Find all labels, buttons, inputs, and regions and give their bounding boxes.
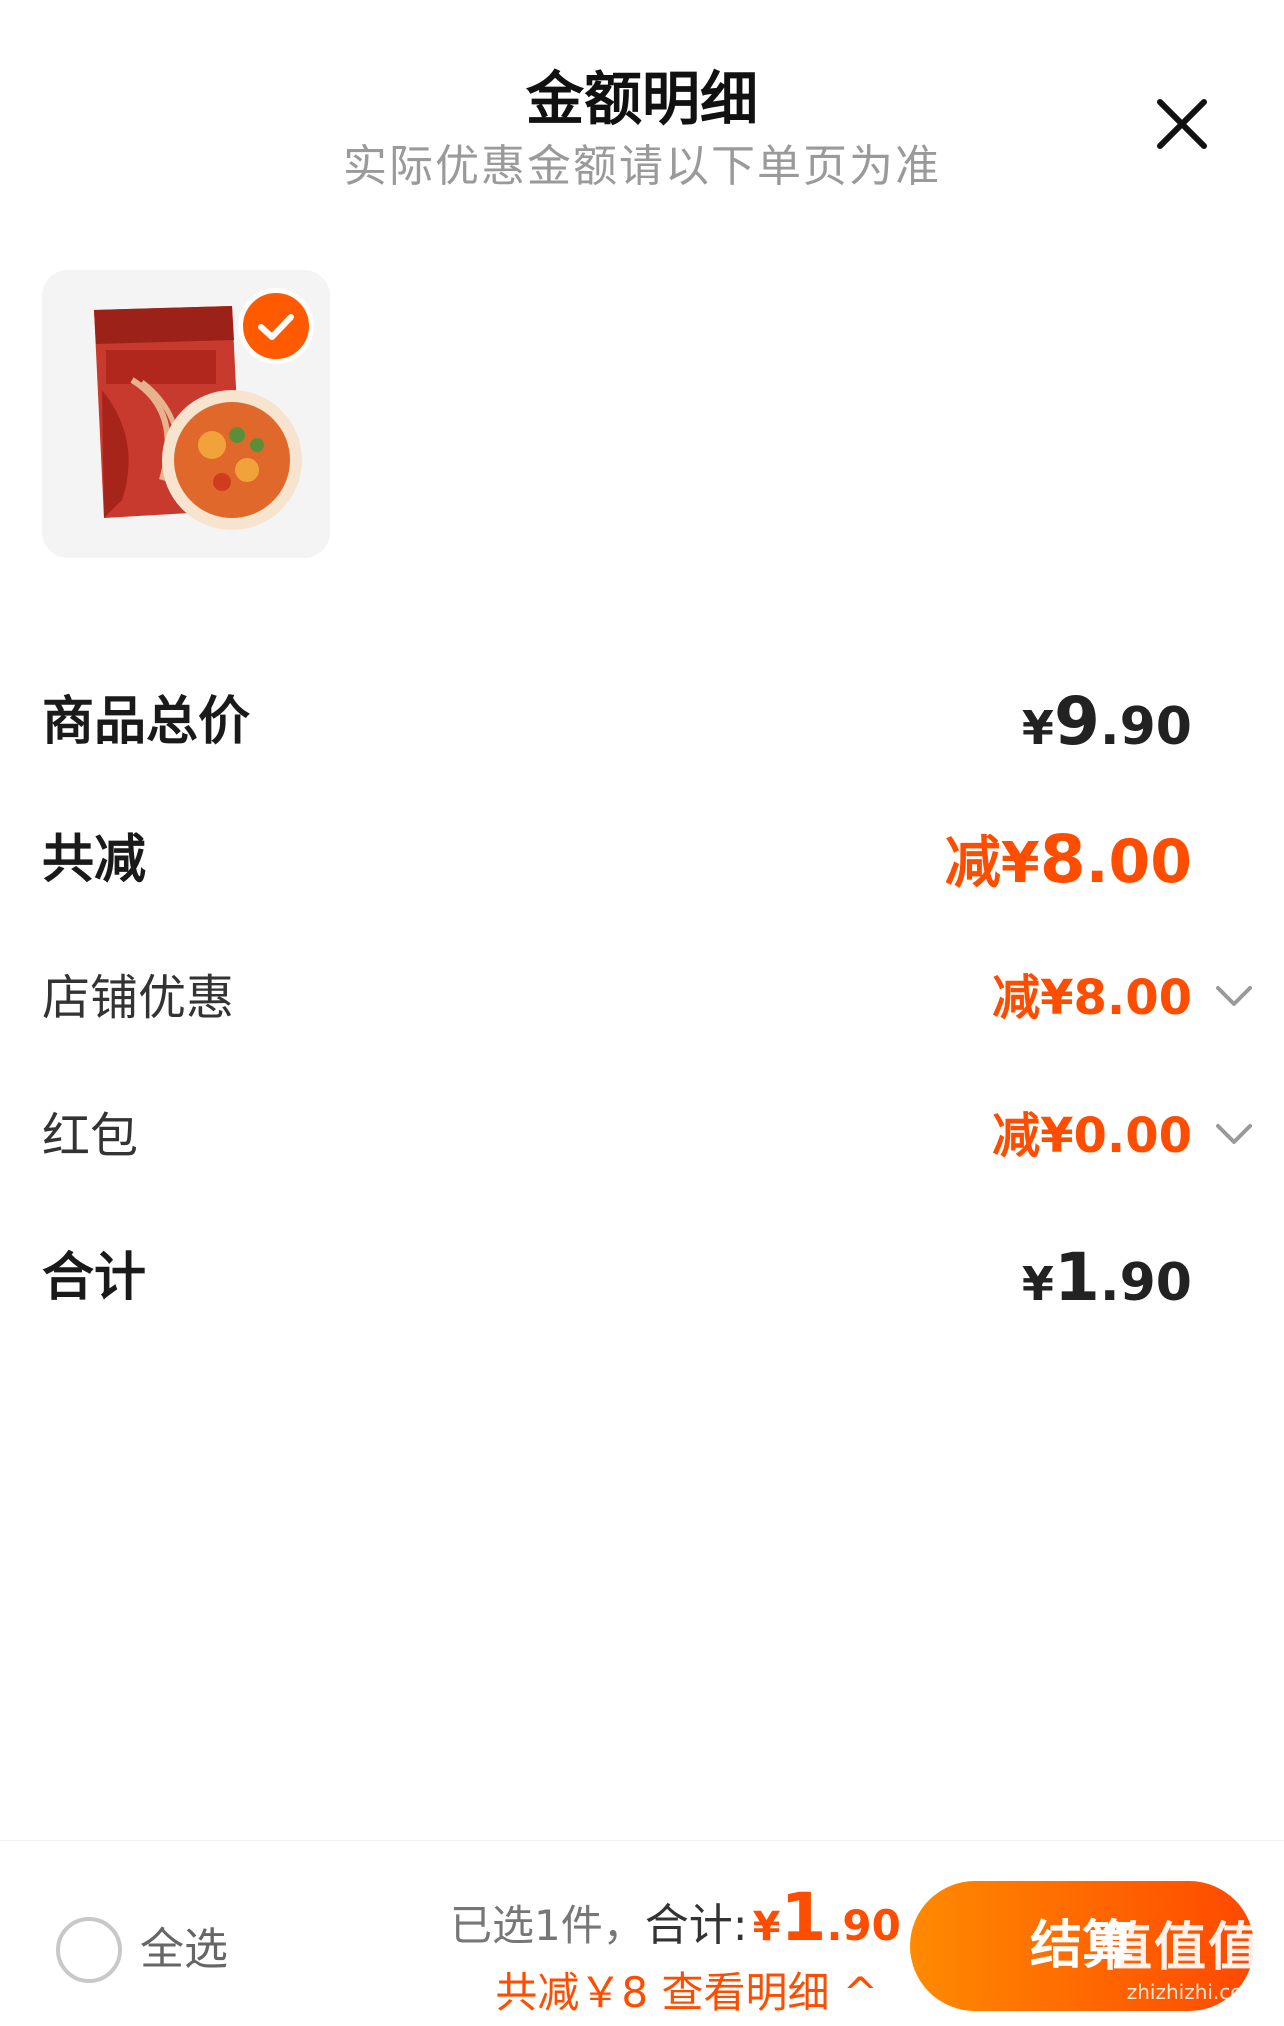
red-packet-label: 红包 [42,1108,139,1164]
sheet-subtitle: 实际优惠金额请以下单页为准 [343,141,941,192]
sheet-header: 金额明细 实际优惠金额请以下单页为准 [0,0,1284,220]
checkout-button[interactable]: 结算 [910,1881,1254,2011]
summary-total-label: 合计: [644,1900,748,1951]
view-detail-link[interactable]: 共减￥8 查看明细 ^ [458,1959,878,2020]
shop-coupon-value: 减¥8.00 [992,970,1192,1026]
product-selected-badge[interactable] [238,288,314,364]
cart-summary: 已选1件，合计: ¥1.90 [450,1879,901,1956]
sheet-title: 金额明细 [525,65,758,133]
close-button[interactable] [1150,92,1214,156]
row-shop-coupon[interactable]: 店铺优惠 减¥8.00 [42,958,1252,1038]
price-detail-sheet: 金额明细 实际优惠金额请以下单页为准 商品总价 ¥9.90 共减 减¥8.00 … [0,0,1284,2026]
select-all-radio[interactable] [56,1917,122,1983]
select-all-label[interactable]: 全选 [140,1917,228,1983]
chevron-down-icon[interactable] [1214,1118,1254,1148]
row-red-packet[interactable]: 红包 减¥0.00 [42,1096,1252,1176]
red-packet-value: 减¥0.00 [992,1108,1192,1164]
check-icon [258,314,294,340]
total-discount-label: 共减 [42,830,147,890]
total-price-label: 商品总价 [42,692,251,752]
total-price-value: ¥9.90 [1021,683,1192,760]
row-total-discount: 共减 减¥8.00 [42,820,1242,900]
total-discount-value: 减¥8.00 [944,821,1192,898]
row-grand-total: 合计 ¥1.90 [42,1238,1242,1318]
chevron-down-icon[interactable] [1214,980,1254,1010]
checkout-bar: 全选 已选1件，合计: ¥1.90 共减￥8 查看明细 ^ 结算 值值值 zhi… [0,1840,1284,2026]
shop-coupon-label: 店铺优惠 [42,970,235,1026]
row-total-price: 商品总价 ¥9.90 [42,682,1242,762]
close-icon [1157,99,1207,149]
grand-total-value: ¥1.90 [1021,1239,1192,1316]
selected-count: 已选1件， [450,1901,645,1950]
grand-total-label: 合计 [42,1248,147,1308]
